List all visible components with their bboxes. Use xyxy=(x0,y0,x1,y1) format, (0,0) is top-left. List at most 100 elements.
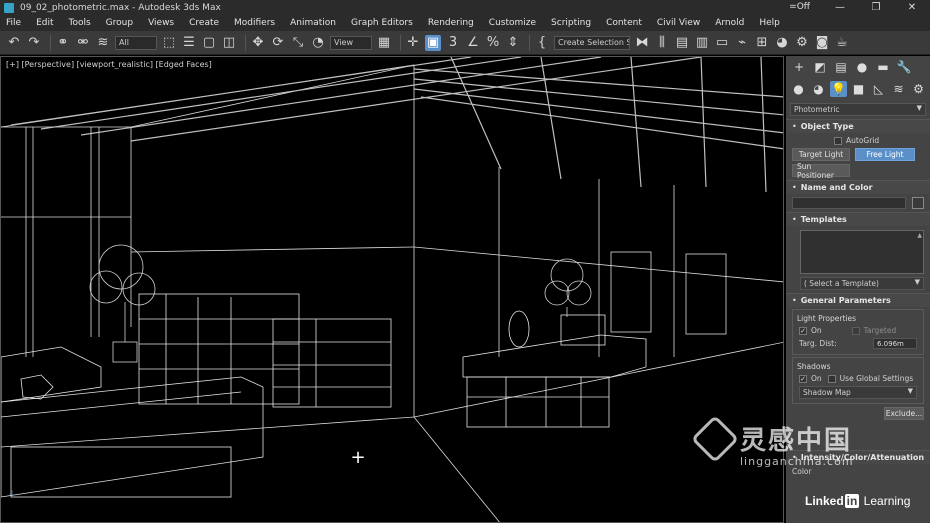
menu-edit[interactable]: Edit xyxy=(36,18,53,28)
spinner-snap-icon[interactable]: ⇕ xyxy=(505,35,521,51)
bind-space-warp-icon[interactable]: ≋ xyxy=(95,35,111,51)
curve-editor-icon[interactable]: ⌁ xyxy=(734,35,750,51)
shapes-icon[interactable]: ◕ xyxy=(810,81,827,97)
title-bar: 09_02_photometric.max - Autodesk 3ds Max… xyxy=(0,0,930,15)
selection-filter-dropdown[interactable]: All xyxy=(115,35,157,50)
display-tab-icon[interactable]: ▬ xyxy=(874,59,892,75)
align-icon[interactable]: ⫼ xyxy=(654,35,670,51)
rotate-icon[interactable]: ⟳ xyxy=(270,35,286,51)
light-category-dropdown[interactable]: Photometric ▼ xyxy=(790,103,926,116)
minimize-button[interactable]: — xyxy=(822,0,858,15)
select-manipulate-icon[interactable]: ✛ xyxy=(405,35,421,51)
rollout-general-parameters[interactable]: • General Parameters xyxy=(786,293,930,307)
select-by-name-icon[interactable]: ☰ xyxy=(181,35,197,51)
object-name-field[interactable] xyxy=(792,197,906,209)
systems-icon[interactable]: ⚙ xyxy=(910,81,927,97)
hierarchy-tab-icon[interactable]: ▤ xyxy=(832,59,850,75)
undo-icon[interactable]: ↶ xyxy=(6,35,22,51)
window-crossing-icon[interactable]: ◫ xyxy=(221,35,237,51)
perspective-viewport[interactable]: [+] [Perspective] [viewport_realistic] [… xyxy=(0,56,784,523)
edit-named-selection-icon[interactable]: { xyxy=(534,35,550,51)
template-list[interactable]: ▲ xyxy=(800,230,924,274)
redo-icon[interactable]: ↷ xyxy=(26,35,42,51)
modify-tab-icon[interactable]: ◩ xyxy=(811,59,829,75)
restore-button[interactable]: ❐ xyxy=(858,0,894,15)
ribbon-icon[interactable]: ▭ xyxy=(714,35,730,51)
object-color-swatch[interactable] xyxy=(912,197,924,209)
template-dropdown[interactable]: ( Select a Template) ▼ xyxy=(800,277,924,290)
rollout-name-color[interactable]: • Name and Color xyxy=(786,180,930,194)
toolbar-separator xyxy=(50,34,51,51)
menu-help[interactable]: Help xyxy=(759,18,780,28)
render-icon[interactable]: ☕ xyxy=(834,35,850,51)
main-toolbar: ↶ ↷ ⚭ ⚮ ≋ All ⬚ ☰ ▢ ◫ ✥ ⟳ ⤡ ◔ View ▦ ✛ ▣… xyxy=(0,31,930,55)
exclude-button[interactable]: Exclude... xyxy=(884,407,924,420)
motion-tab-icon[interactable]: ● xyxy=(853,59,871,75)
targeted-checkbox[interactable] xyxy=(851,326,860,335)
placement-icon[interactable]: ◔ xyxy=(310,35,326,51)
rollout-templates[interactable]: • Templates xyxy=(786,212,930,226)
side-table xyxy=(20,374,54,400)
create-tab-icon[interactable]: + xyxy=(790,59,808,75)
menu-rendering[interactable]: Rendering xyxy=(428,18,474,28)
targ-dist-spinner[interactable]: 6.096m xyxy=(873,338,917,349)
unlink-icon[interactable]: ⚮ xyxy=(75,35,91,51)
menu-create[interactable]: Create xyxy=(189,18,219,28)
menu-arnold[interactable]: Arnold xyxy=(715,18,744,28)
schematic-view-icon[interactable]: ⊞ xyxy=(754,35,770,51)
shadows-on-label: On xyxy=(811,374,822,383)
geometry-icon[interactable]: ● xyxy=(790,81,807,97)
cameras-icon[interactable]: ■ xyxy=(850,81,867,97)
rectangular-selection-icon[interactable]: ▢ xyxy=(201,35,217,51)
use-global-checkbox[interactable] xyxy=(827,374,836,383)
light-on-checkbox[interactable]: ✓ xyxy=(799,326,807,335)
rollout-object-type[interactable]: • Object Type xyxy=(786,119,930,133)
menu-views[interactable]: Views xyxy=(148,18,174,28)
target-light-button[interactable]: Target Light xyxy=(792,148,850,161)
keyboard-shortcut-override-icon[interactable]: ▣ xyxy=(425,34,441,51)
scroll-arrow-icon[interactable]: ▲ xyxy=(917,232,922,239)
shadows-on-checkbox[interactable]: ✓ xyxy=(799,374,807,383)
named-selection-dropdown[interactable]: Create Selection Se xyxy=(554,35,630,50)
move-icon[interactable]: ✥ xyxy=(250,35,266,51)
menu-file[interactable]: File xyxy=(6,18,21,28)
helpers-icon[interactable]: ◺ xyxy=(870,81,887,97)
menu-graph-editors[interactable]: Graph Editors xyxy=(351,18,413,28)
layer-explorer-icon[interactable]: ▥ xyxy=(694,35,710,51)
render-setup-icon[interactable]: ⚙ xyxy=(794,35,810,51)
pivot-center-icon[interactable]: ▦ xyxy=(376,35,392,51)
sun-positioner-button[interactable]: Sun Positioner xyxy=(792,162,850,180)
space-warps-icon[interactable]: ≋ xyxy=(890,81,907,97)
menu-animation[interactable]: Animation xyxy=(290,18,336,28)
menu-modifiers[interactable]: Modifiers xyxy=(234,18,275,28)
chevron-down-icon: ▼ xyxy=(916,104,922,112)
collapse-icon: • xyxy=(792,296,797,305)
render-frame-icon[interactable]: ◙ xyxy=(814,35,830,51)
reference-coordinate-dropdown[interactable]: View xyxy=(330,35,372,50)
scale-icon[interactable]: ⤡ xyxy=(290,35,306,51)
desk xyxy=(462,310,647,428)
shadow-type-dropdown[interactable]: Shadow Map ▼ xyxy=(799,386,917,399)
link-icon[interactable]: ⚭ xyxy=(55,35,71,51)
snaps-toggle-icon[interactable]: 3 xyxy=(445,35,461,51)
material-editor-icon[interactable]: ◕ xyxy=(774,35,790,51)
create-categories: ● ◕ 💡 ■ ◺ ≋ ⚙ xyxy=(786,78,930,100)
menu-scripting[interactable]: Scripting xyxy=(551,18,591,28)
menu-group[interactable]: Group xyxy=(106,18,133,28)
scene-explorer-icon[interactable]: ▤ xyxy=(674,35,690,51)
mirror-icon[interactable]: ⧓ xyxy=(634,35,650,51)
menu-civil-view[interactable]: Civil View xyxy=(657,18,700,28)
wireframe-scene xyxy=(1,57,783,522)
select-object-icon[interactable]: ⬚ xyxy=(161,35,177,51)
free-light-button[interactable]: Free Light xyxy=(855,148,915,161)
viewport-label[interactable]: [+] [Perspective] [viewport_realistic] [… xyxy=(6,60,212,69)
lights-icon[interactable]: 💡 xyxy=(830,81,847,97)
menu-content[interactable]: Content xyxy=(606,18,642,28)
angle-snap-icon[interactable]: ∠ xyxy=(465,35,481,51)
utilities-tab-icon[interactable]: 🔧 xyxy=(895,59,913,75)
close-button[interactable]: ✕ xyxy=(894,0,930,15)
menu-tools[interactable]: Tools xyxy=(69,18,91,28)
percent-snap-icon[interactable]: % xyxy=(485,35,501,51)
menu-customize[interactable]: Customize xyxy=(489,18,536,28)
autogrid-checkbox[interactable] xyxy=(834,136,842,145)
